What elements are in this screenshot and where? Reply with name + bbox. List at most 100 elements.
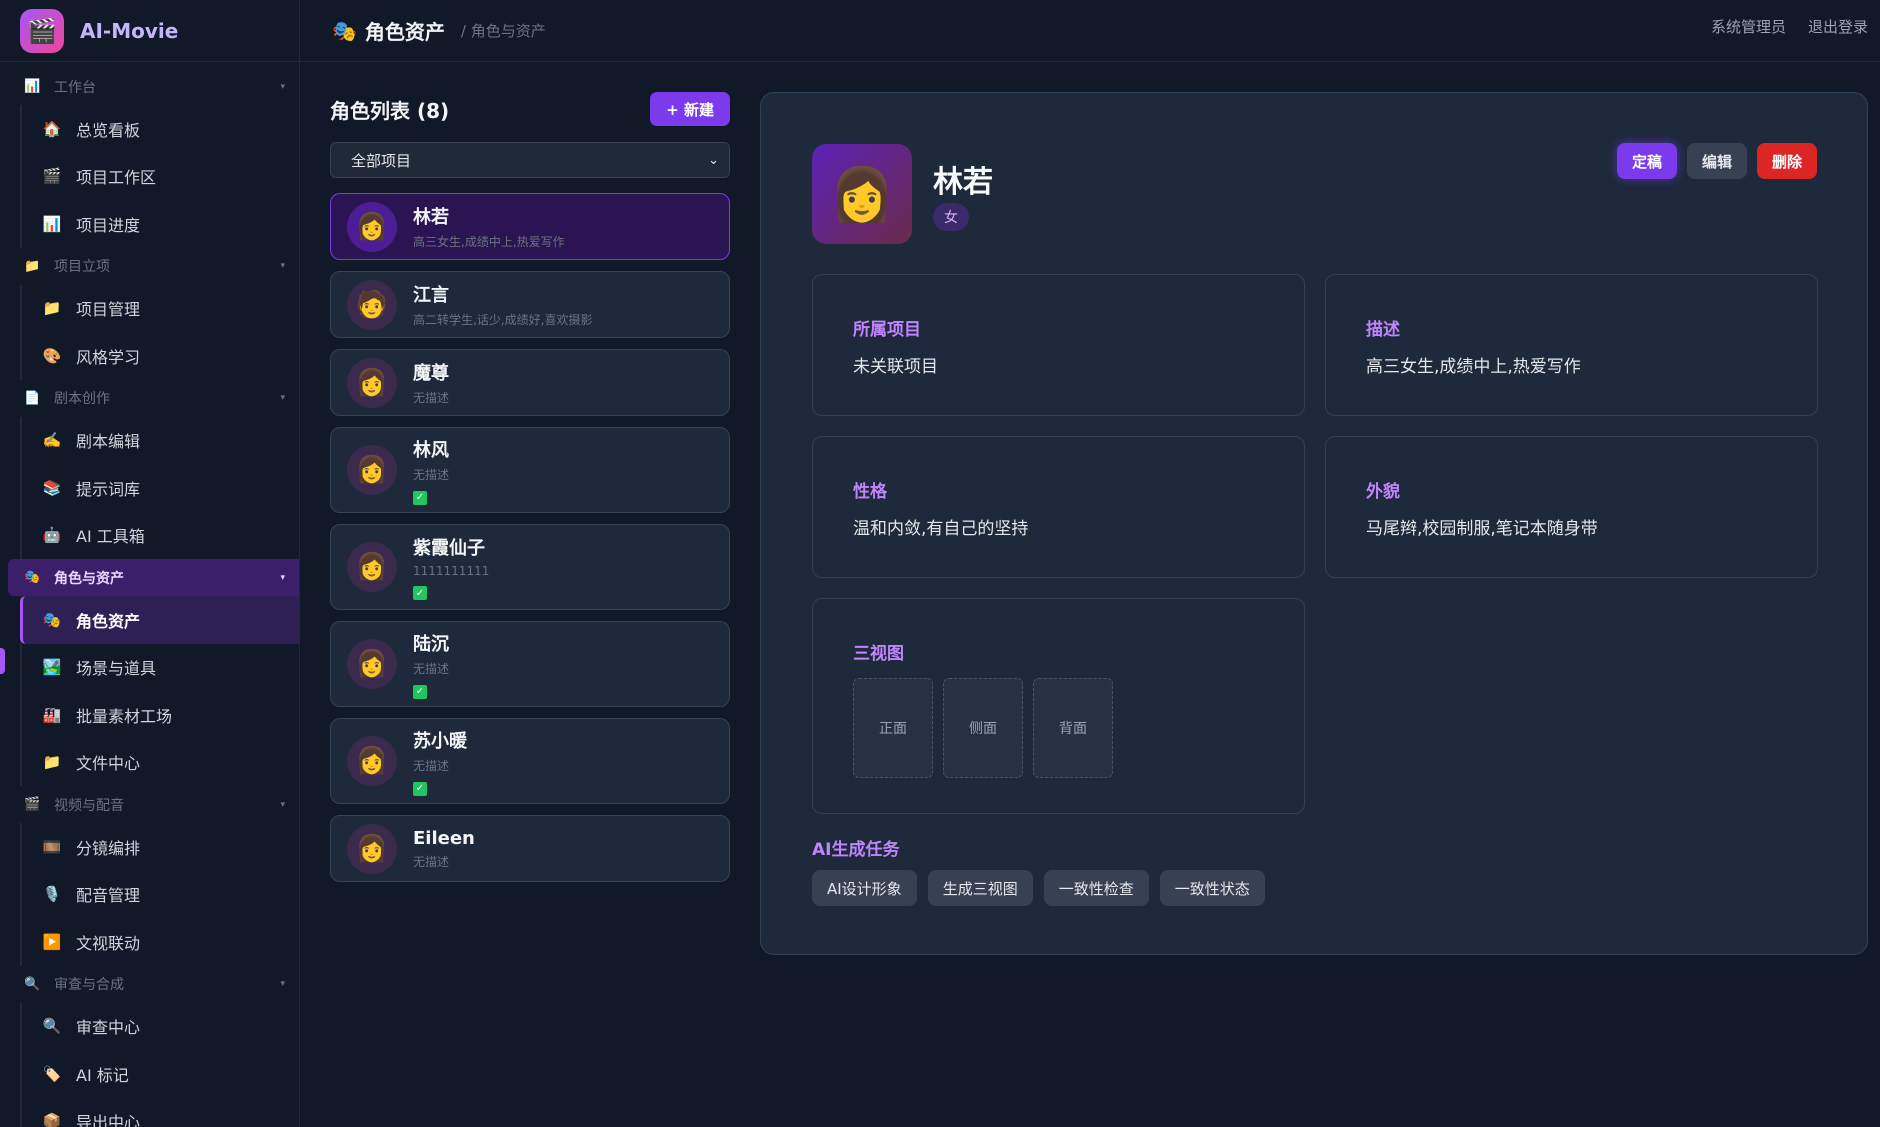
character-card-desc: 1111111111 (413, 564, 490, 578)
consistency-status-button[interactable]: 一致性状态 (1159, 870, 1265, 906)
nav-icon: 🎭 (42, 610, 62, 629)
brand-name: AI-Movie (80, 18, 179, 43)
sidebar-collapse-handle[interactable] (0, 648, 5, 674)
group-icon: 📄 (24, 390, 41, 406)
sidebar-item-3-3[interactable]: 📁 文件中心 (22, 739, 299, 787)
character-card-desc: 无描述 (413, 854, 450, 869)
logout-link[interactable]: 退出登录 (1808, 16, 1868, 37)
sidebar-item-4-2[interactable]: ▶️ 文视联动 (22, 918, 299, 966)
caret-down-icon: ▾ (280, 979, 285, 989)
character-avatar-small: 👩 (347, 357, 397, 408)
sidebar-item-label: 项目管理 (76, 300, 141, 320)
front-view-slot[interactable]: 正面 (853, 678, 933, 778)
edit-button[interactable]: 编辑 (1686, 143, 1747, 179)
sidebar-group-items: 🏠 总览看板 🎬 项目工作区 📊 项目进度 (20, 105, 299, 248)
sidebar-item-label: 角色资产 (76, 611, 141, 631)
description-label: 描述 (1366, 320, 1400, 340)
character-card-name: 江言 (413, 285, 449, 306)
character-card-name: 紫霞仙子 (413, 538, 485, 559)
character-card-desc: 无描述 (413, 467, 450, 482)
nav-icon: 📚 (42, 478, 62, 497)
character-card[interactable]: 👩 紫霞仙子 1111111111 ✓ (330, 524, 730, 610)
character-avatar-small: 👩 (347, 639, 397, 689)
sidebar-nav: 📊 工作台 ▾ 🏠 总览看板 🎬 项目工作区 📊 项目进度 📁 项目立项 ▾ 📁 项目管理 🎨 风格学习 📄 剧本… (0, 62, 299, 1127)
sidebar-item-0-1[interactable]: 🎬 项目工作区 (22, 153, 299, 201)
character-avatar-small: 👩 (347, 201, 397, 252)
character-card-name: 林若 (413, 207, 449, 228)
sidebar-item-label: 分镜编排 (76, 838, 141, 858)
appearance-value: 马尾辫,校园制服,笔记本随身带 (1366, 519, 1598, 539)
nav-icon: 📁 (42, 299, 62, 318)
gender-badge: 女 (933, 203, 969, 231)
sidebar-group-items: 🎭 角色资产 🏞️ 场景与道具 🏭 批量素材工场 📁 文件中心 (20, 596, 299, 786)
sidebar-item-1-0[interactable]: 📁 项目管理 (22, 285, 299, 333)
sidebar-item-5-1[interactable]: 🏷️ AI 标记 (22, 1050, 299, 1098)
sidebar-item-0-0[interactable]: 🏠 总览看板 (22, 105, 299, 153)
character-card[interactable]: 👩 林若 高三女生,成绩中上,热爱写作 (330, 193, 730, 260)
nav-icon: 📊 (42, 214, 62, 233)
character-card[interactable]: 👩 林风 无描述 ✓ (330, 427, 730, 513)
user-name[interactable]: 系统管理员 (1711, 16, 1786, 37)
finalize-button[interactable]: 定稿 (1616, 143, 1677, 179)
sidebar-item-1-1[interactable]: 🎨 风格学习 (22, 332, 299, 380)
project-filter-select[interactable]: 全部项目 ⌄ (330, 142, 730, 178)
sidebar-group-0[interactable]: 📊 工作台 ▾ (0, 68, 299, 105)
project-filter-value: 全部项目 (351, 151, 412, 170)
sidebar-group-4[interactable]: 🎬 视频与配音 ▾ (0, 786, 299, 823)
character-detail-panel: 👩 林若 女 定稿 编辑 删除 所属项目 未关联项目 描述 高三女生,成绩中上,… (760, 92, 1868, 955)
breadcrumb: / 角色与资产 (460, 22, 546, 40)
sidebar-group-5[interactable]: 🔍 审查与合成 ▾ (0, 966, 299, 1003)
brand[interactable]: 🎬 AI-Movie (0, 0, 299, 62)
project-label: 所属项目 (853, 320, 921, 340)
new-character-button[interactable]: + 新建 (650, 92, 730, 126)
sidebar-group-3[interactable]: 🎭 角色与资产 ▾ (8, 559, 299, 596)
sidebar-item-3-2[interactable]: 🏭 批量素材工场 (22, 691, 299, 739)
sidebar-item-2-1[interactable]: 📚 提示词库 (22, 464, 299, 512)
caret-down-icon: ▾ (280, 572, 285, 583)
sidebar-item-3-1[interactable]: 🏞️ 场景与道具 (22, 644, 299, 692)
sidebar-item-4-1[interactable]: 🎙️ 配音管理 (22, 871, 299, 919)
ai-tasks-bar: AI设计形象 生成三视图 一致性检查 一致性状态 (812, 870, 1276, 906)
character-card-name: Eileen (413, 827, 475, 849)
nav-icon: 📁 (42, 753, 62, 772)
character-avatar-small: 🧑 (347, 279, 397, 330)
sidebar-item-4-0[interactable]: 🎞️ 分镜编排 (22, 823, 299, 871)
character-avatar-small: 👩 (347, 823, 397, 874)
character-list-panel: 角色列表 (8) + 新建 全部项目 ⌄ 👩 林若 高三女生,成绩中上,热爱写作 🧑 江… (330, 92, 730, 893)
sidebar-item-5-2[interactable]: 📦 导出中心 (22, 1098, 299, 1127)
theater-masks-icon: 🎭 (332, 18, 357, 43)
character-card-desc: 无描述 (413, 758, 450, 773)
sidebar-item-0-2[interactable]: 📊 项目进度 (22, 200, 299, 248)
character-card[interactable]: 👩 苏小暖 无描述 ✓ (330, 718, 730, 804)
back-view-slot[interactable]: 背面 (1033, 678, 1113, 778)
group-icon: 📊 (24, 79, 41, 94)
description-value: 高三女生,成绩中上,热爱写作 (1366, 357, 1581, 377)
ai-design-button[interactable]: AI设计形象 (812, 870, 917, 906)
sidebar-item-5-0[interactable]: 🔍 审查中心 (22, 1003, 299, 1051)
character-card-name: 林风 (413, 439, 449, 461)
sidebar-group-2[interactable]: 📄 剧本创作 ▾ (0, 380, 299, 417)
character-card[interactable]: 👩 Eileen 无描述 (330, 815, 730, 882)
nav-icon: ✍️ (42, 431, 62, 450)
appearance-label: 外貌 (1366, 482, 1400, 502)
character-avatar: 👩 (812, 144, 912, 244)
nav-icon: 🎨 (42, 346, 62, 365)
side-view-slot[interactable]: 侧面 (943, 678, 1023, 778)
sidebar-group-1[interactable]: 📁 项目立项 ▾ (0, 248, 299, 285)
character-card[interactable]: 👩 魔尊 无描述 (330, 349, 730, 416)
character-card[interactable]: 👩 陆沉 无描述 ✓ (330, 621, 730, 707)
sidebar-item-2-0[interactable]: ✍️ 剧本编辑 (22, 417, 299, 465)
consistency-check-button[interactable]: 一致性检查 (1043, 870, 1149, 906)
sidebar-item-2-2[interactable]: 🤖 AI 工具箱 (22, 512, 299, 560)
delete-button[interactable]: 删除 (1756, 143, 1817, 179)
sidebar-item-3-0[interactable]: 🎭 角色资产 (20, 596, 299, 644)
generate-three-view-button[interactable]: 生成三视图 (927, 870, 1033, 906)
nav-icon: ▶️ (42, 932, 62, 951)
caret-down-icon: ▾ (280, 393, 285, 403)
sidebar-group-label: 工作台 (54, 79, 96, 96)
check-mark-icon: ✓ (413, 586, 427, 600)
sidebar-group-label: 审查与合成 (54, 977, 124, 993)
sidebar-group-label: 项目立项 (54, 259, 110, 275)
character-card[interactable]: 🧑 江言 高二转学生,话少,成绩好,喜欢摄影 (330, 271, 730, 338)
sidebar-group-label: 视频与配音 (54, 797, 124, 814)
